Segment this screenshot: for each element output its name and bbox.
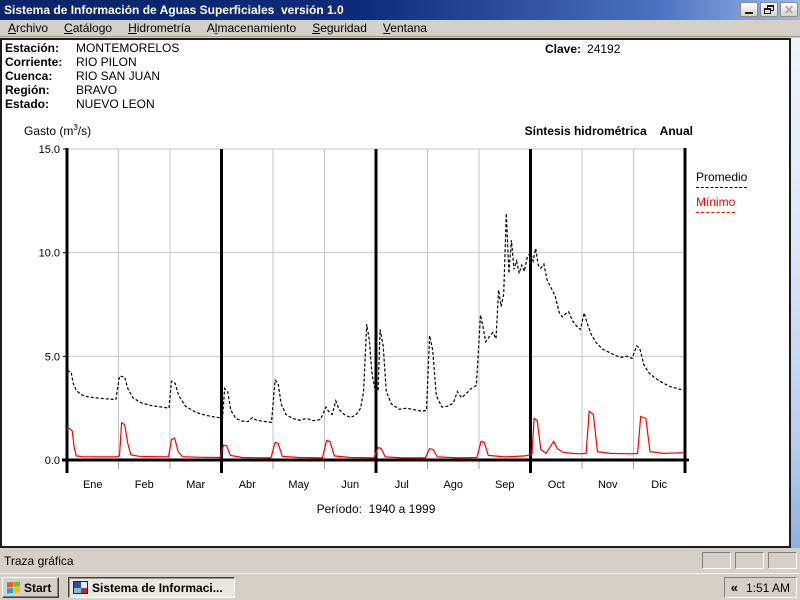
window-right-border — [791, 38, 800, 548]
status-panel — [735, 552, 764, 569]
status-panels — [702, 552, 797, 569]
close-button: ✕ — [780, 2, 798, 17]
status-panel — [702, 552, 731, 569]
station-row-label: Corriente: — [5, 55, 63, 69]
month-label: Jul — [395, 479, 409, 491]
chart-legend: Promedio Mínimo — [696, 170, 748, 220]
status-text: Traza gráfica — [4, 553, 74, 568]
close-icon: ✕ — [783, 2, 795, 17]
month-label: Ago — [443, 479, 463, 491]
station-row: Cuenca: RIO SAN JUAN — [5, 69, 179, 83]
month-label: Dic — [651, 479, 667, 491]
month-label: Sep — [495, 479, 515, 491]
station-key-value: 24192 — [587, 42, 621, 56]
menu-ventana[interactable]: Ventana — [375, 20, 435, 36]
restore-icon — [764, 5, 774, 14]
y-axis-title: Gasto (m3/s) — [24, 123, 92, 138]
title-bar: Sistema de Información de Aguas Superfic… — [0, 0, 800, 20]
y-tick-label: 0.0 — [45, 455, 60, 467]
chart-subtitle-period-type: Anual — [659, 124, 693, 138]
station-row-value: MONTEMORELOS — [76, 41, 180, 55]
y-tick-label: 10.0 — [39, 248, 60, 260]
legend-item-minimo: Mínimo — [696, 195, 736, 213]
menu-bar: Archivo Catálogo Hidrometría Almacenamiento… — [0, 20, 800, 37]
y-tick-label: 5.0 — [45, 351, 60, 363]
minimize-icon — [745, 12, 753, 14]
month-label: Feb — [135, 479, 154, 491]
station-row-label: Estación: — [5, 41, 60, 55]
station-row: Estado: NUEVO LEON — [5, 97, 179, 111]
menu-hidrometria[interactable]: Hidrometría — [120, 20, 199, 36]
y-tick-label: 15.0 — [39, 144, 60, 156]
station-key-label: Clave: — [545, 42, 582, 56]
month-label: Ene — [83, 479, 103, 491]
station-row: Región: BRAVO — [5, 83, 179, 97]
windows-logo-icon — [7, 581, 20, 594]
station-row-label: Cuenca: — [5, 69, 53, 83]
status-bar: Traza gráfica — [0, 548, 800, 573]
start-button-label: Start — [24, 580, 52, 595]
start-button[interactable]: Start — [2, 577, 60, 598]
menu-almacenamiento[interactable]: Almacenamiento — [199, 20, 304, 36]
minimize-button[interactable] — [740, 2, 758, 17]
chart-period-label: Período: 1940 a 1999 — [316, 502, 436, 516]
station-row-label: Estado: — [5, 97, 50, 111]
station-row-value: RIO SAN JUAN — [76, 69, 161, 83]
menu-catalogo[interactable]: Catálogo — [56, 20, 120, 36]
menu-archivo[interactable]: Archivo — [0, 20, 56, 36]
taskbar-task-label: Sistema de Informaci... — [92, 580, 223, 595]
month-label: May — [288, 479, 309, 491]
month-label: Mar — [186, 479, 205, 491]
month-label: Oct — [548, 479, 565, 491]
system-tray: « 1:51 AM — [723, 577, 797, 598]
hydrograph-chart: 0.0 5.0 10.0 15.0 Ene Feb Mar Abr May Jun Jul Ago Se… — [2, 140, 789, 502]
station-row-value: BRAVO — [76, 83, 118, 97]
month-label: Nov — [598, 479, 618, 491]
client-area: Estación: MONTEMORELOS Corriente: RIO PILON… — [0, 38, 800, 548]
tray-collapse-button[interactable]: « — [731, 580, 738, 595]
window-controls: ✕ — [740, 2, 798, 17]
station-row: Corriente: RIO PILON — [5, 55, 179, 69]
station-row: Estación: MONTEMORELOS — [5, 41, 179, 55]
month-label: Abr — [239, 479, 256, 491]
station-row-value: NUEVO LEON — [76, 97, 155, 111]
month-label: Jun — [341, 479, 359, 491]
station-info: Estación: MONTEMORELOS Corriente: RIO PILON… — [5, 41, 179, 111]
chart-subtitle: Síntesis hidrométrica Anual — [525, 124, 693, 138]
legend-item-promedio: Promedio — [696, 170, 748, 188]
taskbar-task-button[interactable]: Sistema de Informaci... — [68, 577, 235, 598]
station-row-label: Región: — [5, 83, 50, 97]
menu-seguridad[interactable]: Seguridad — [304, 20, 375, 36]
chart-subtitle-text: Síntesis hidrométrica — [524, 124, 647, 138]
app-icon — [73, 581, 88, 594]
status-panel — [768, 552, 797, 569]
window-title: Sistema de Información de Aguas Superfic… — [4, 3, 344, 17]
station-key: Clave: 24192 — [545, 42, 620, 56]
station-row-value: RIO PILON — [76, 55, 137, 69]
clock: 1:51 AM — [745, 580, 790, 595]
document-panel: Estación: MONTEMORELOS Corriente: RIO PILON… — [0, 38, 791, 548]
taskbar: Start Sistema de Informaci... « 1:51 AM — [0, 573, 800, 600]
restore-button[interactable] — [760, 2, 778, 17]
